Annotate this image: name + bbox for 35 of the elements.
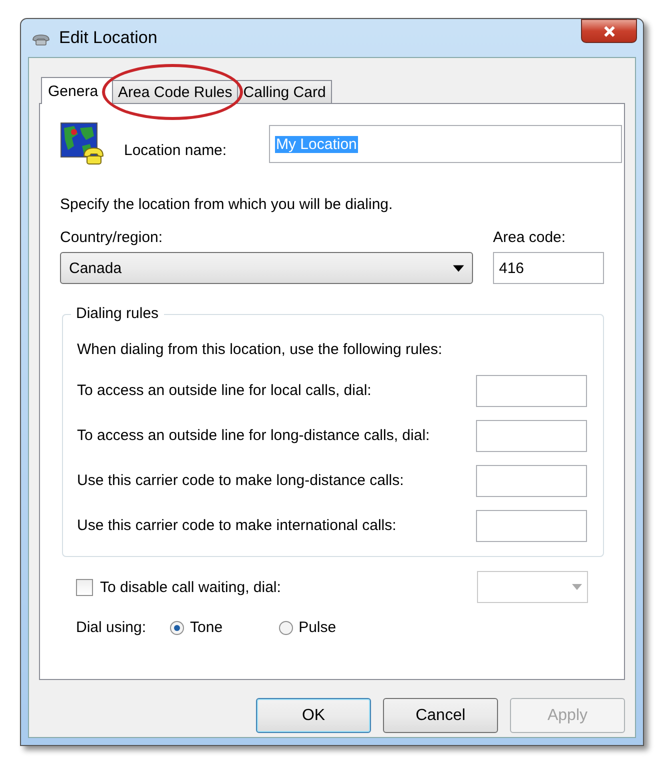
location-name-label: Location name: [124,142,228,158]
dial-using-label: Dial using: [76,619,146,636]
rule-input-field[interactable] [476,374,587,406]
checkbox[interactable] [76,578,93,596]
rule-label: To access an outside line for long-distance calls, dial: [77,427,430,444]
window-title: Edit Location [59,28,158,48]
radio-button[interactable] [170,620,184,634]
dialog-button[interactable]: Cancel [383,698,498,733]
radio-label: Pulse [298,619,336,636]
country-dropdown[interactable]: Canada [60,252,473,284]
globe-telephone-icon [60,122,104,166]
radio-button[interactable] [278,620,293,634]
tab[interactable]: Genera [41,77,114,104]
rule-input-field[interactable] [476,464,587,496]
rule-label: To access an outside line for local calls, dial: [77,382,372,399]
dropdown-arrow-icon [453,264,464,272]
radio-label: Tone [190,619,223,636]
rule-label: Use this carrier code to make international calls: [77,517,396,534]
call-waiting-dropdown[interactable] [477,571,588,603]
close-icon [602,24,616,38]
rule-input-field[interactable] [476,510,587,542]
area-code-label: Area code: [493,229,567,246]
call-waiting-label: To disable call waiting, dial: [100,578,282,596]
rules-intro-text: When dialing from this location, use the following rules: [77,341,444,358]
tab[interactable]: Area Code Rules [112,80,238,104]
close-button[interactable] [581,19,637,43]
group-title: Dialing rules [71,305,164,322]
area-code-field[interactable]: 416 [493,252,604,284]
rule-label: Use this carrier code to make long-distance calls: [77,472,404,489]
dialog-button[interactable]: OK [256,698,371,733]
dropdown-arrow-icon [572,584,582,590]
instruction-text: Specify the location from which you will be dialing. [60,196,394,213]
tab[interactable]: Calling Card [237,80,332,104]
country-label: Country/region: [60,229,164,246]
rule-input-field[interactable] [476,420,587,452]
